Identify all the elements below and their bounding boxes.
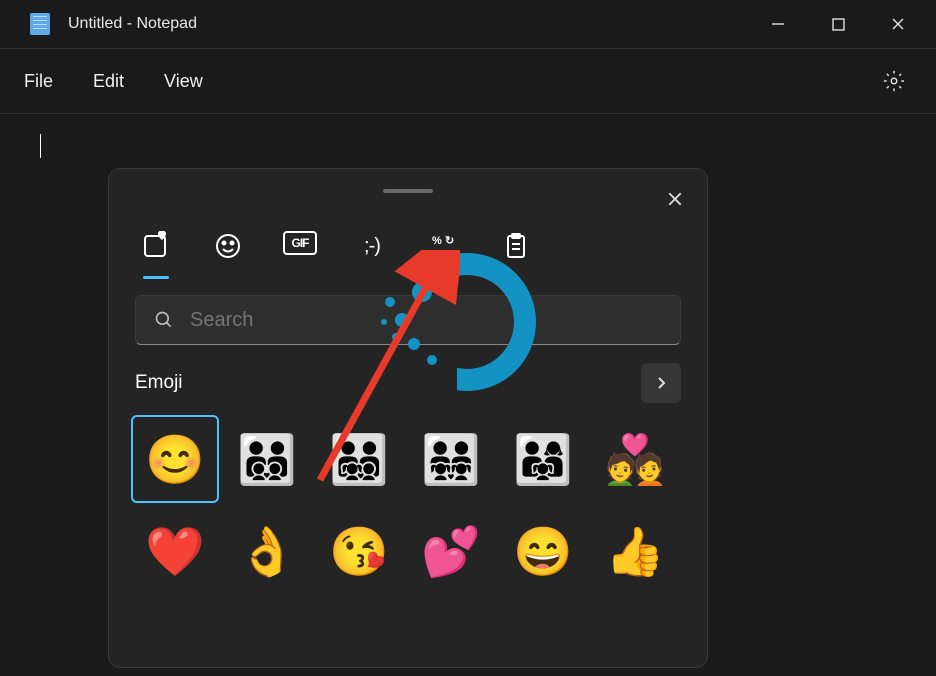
emoji-cell[interactable]: 👌 xyxy=(223,507,311,595)
search-icon xyxy=(154,310,174,330)
category-tabs: GIF ;-) %↻△+ xyxy=(109,217,707,281)
titlebar: Untitled - Notepad xyxy=(0,0,936,48)
svg-text:+: + xyxy=(445,246,453,261)
panel-close-button[interactable] xyxy=(657,181,693,217)
emoji-cell[interactable]: 😊 xyxy=(131,415,219,503)
svg-text:△: △ xyxy=(431,249,441,261)
emoji-picker-panel: GIF ;-) %↻△+ Emoji 😊👨‍👨‍👦‍👦👨‍👨‍👧‍👦👨‍👨‍👧‍… xyxy=(108,168,708,668)
search-box[interactable] xyxy=(135,295,681,345)
kaomoji-icon: ;-) xyxy=(357,231,387,261)
emoji-cell[interactable]: 👍 xyxy=(591,507,679,595)
text-cursor xyxy=(40,134,41,158)
search-input[interactable] xyxy=(190,309,662,332)
chevron-right-icon xyxy=(654,376,668,390)
emoji-cell[interactable]: ❤️ xyxy=(131,507,219,595)
tab-gif[interactable]: GIF xyxy=(283,231,317,273)
section-title: Emoji xyxy=(135,372,641,394)
emoji-cell[interactable]: 😄 xyxy=(499,507,587,595)
gif-icon: GIF xyxy=(283,231,317,255)
svg-text:%: % xyxy=(432,235,442,247)
emoji-cell[interactable]: 👨‍👩‍👧 xyxy=(499,415,587,503)
maximize-button[interactable] xyxy=(808,4,868,44)
menu-file[interactable]: File xyxy=(24,71,53,92)
emoji-cell[interactable]: 💕 xyxy=(407,507,495,595)
window-title: Untitled - Notepad xyxy=(68,15,197,33)
settings-button[interactable] xyxy=(876,63,912,99)
close-button[interactable] xyxy=(868,4,928,44)
emoji-cell[interactable]: 👨‍👨‍👧‍👦 xyxy=(315,415,403,503)
notepad-app-icon xyxy=(30,13,50,35)
tab-clipboard[interactable] xyxy=(499,231,533,273)
menubar: File Edit View xyxy=(0,49,936,113)
emoji-cell[interactable]: 👨‍👨‍👦‍👦 xyxy=(223,415,311,503)
expand-button[interactable] xyxy=(641,363,681,403)
drag-handle[interactable] xyxy=(383,189,433,193)
emoji-cell[interactable]: 👨‍👨‍👧‍👧 xyxy=(407,415,495,503)
tab-emoji[interactable] xyxy=(211,231,245,273)
menu-view[interactable]: View xyxy=(164,71,203,92)
tab-symbols[interactable]: %↻△+ xyxy=(427,231,461,273)
tab-kaomoji[interactable]: ;-) xyxy=(355,231,389,273)
emoji-grid: 😊👨‍👨‍👦‍👦👨‍👨‍👧‍👦👨‍👨‍👧‍👧👨‍👩‍👧💑 ❤️👌😘💕😄👍 xyxy=(131,415,685,595)
minimize-button[interactable] xyxy=(748,4,808,44)
emoji-cell[interactable]: 😘 xyxy=(315,507,403,595)
menu-edit[interactable]: Edit xyxy=(93,71,124,92)
tab-recents[interactable] xyxy=(139,231,173,273)
emoji-cell[interactable]: 💑 xyxy=(591,415,679,503)
